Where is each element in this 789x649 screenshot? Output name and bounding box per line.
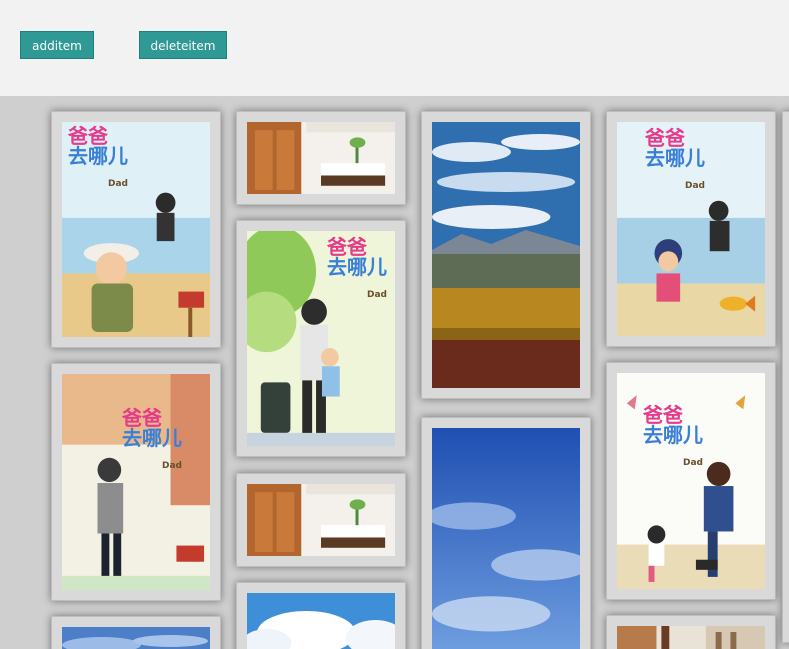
bedroom-illustration <box>247 484 395 556</box>
photo-card[interactable]: 爸爸 去哪儿 Dad <box>606 111 776 347</box>
sky-illustration <box>62 627 210 649</box>
poster-title-dad: Dad <box>683 458 703 468</box>
photo-card[interactable] <box>421 417 591 649</box>
city-illustration <box>432 122 580 388</box>
poster-image: 爸爸 去哪儿 Dad <box>62 122 210 337</box>
poster-title-line2: 去哪儿 <box>122 426 182 450</box>
add-item-button[interactable]: additem <box>20 31 94 59</box>
sky-image <box>62 627 210 649</box>
poster-title-line1: 爸爸 <box>643 403 683 427</box>
poster-image: 爸爸 去哪儿 Dad <box>617 122 765 336</box>
sky-illustration <box>247 593 395 649</box>
poster-title: 爸爸 去哪儿 Dad <box>68 126 138 189</box>
poster-title-line1: 爸爸 <box>68 124 108 148</box>
photo-card[interactable]: 爸爸 去哪儿 Dad <box>606 362 776 600</box>
poster-title-dad: Dad <box>108 179 128 189</box>
poster-title: 爸爸 去哪儿 Dad <box>122 408 192 471</box>
photo-card[interactable] <box>236 582 406 649</box>
poster-title: 爸爸 去哪儿 Dad <box>645 128 715 191</box>
interior-image <box>617 626 765 649</box>
bedroom-image <box>247 484 395 556</box>
photo-card[interactable] <box>236 111 406 205</box>
photo-card-partial[interactable] <box>782 111 789 643</box>
blue-sky-image <box>432 428 580 649</box>
poster-title-line1: 爸爸 <box>122 406 162 430</box>
poster-title-line2: 去哪儿 <box>645 146 705 170</box>
photo-card[interactable]: 爸爸 去哪儿 Dad <box>51 363 221 601</box>
poster-title-line2: 去哪儿 <box>643 423 703 447</box>
city-image <box>432 122 580 388</box>
poster-title-line2: 去哪儿 <box>68 144 128 168</box>
image-wall: 爸爸 去哪儿 Dad 爸爸 去哪儿 Dad 爸爸 去哪儿 Dad 爸爸 去哪儿 … <box>0 96 789 649</box>
photo-card[interactable] <box>421 111 591 399</box>
poster-title-line2: 去哪儿 <box>327 255 387 279</box>
poster-title: 爸爸 去哪儿 Dad <box>327 237 395 300</box>
poster-title-line1: 爸爸 <box>327 235 367 259</box>
poster-image: 爸爸 去哪儿 Dad <box>617 373 765 589</box>
toolbar: additem deleteitem <box>0 0 789 96</box>
poster-image: 爸爸 去哪儿 Dad <box>247 231 395 446</box>
poster-title-line1: 爸爸 <box>645 126 685 150</box>
poster-title-dad: Dad <box>685 181 705 191</box>
sky-image <box>247 593 395 649</box>
poster-image: 爸爸 去哪儿 Dad <box>62 374 210 590</box>
photo-card[interactable]: 爸爸 去哪儿 Dad <box>236 220 406 457</box>
bedroom-image <box>247 122 395 194</box>
delete-item-button[interactable]: deleteitem <box>139 31 227 59</box>
poster-title: 爸爸 去哪儿 Dad <box>643 405 713 468</box>
poster-title-dad: Dad <box>367 290 387 300</box>
photo-card[interactable] <box>236 473 406 567</box>
photo-card[interactable] <box>51 616 221 649</box>
bedroom-illustration <box>247 122 395 194</box>
interior-illustration <box>617 626 765 649</box>
blue-sky-illustration <box>432 428 580 649</box>
photo-card[interactable] <box>606 615 776 649</box>
poster-title-dad: Dad <box>162 461 182 471</box>
photo-card[interactable]: 爸爸 去哪儿 Dad <box>51 111 221 348</box>
